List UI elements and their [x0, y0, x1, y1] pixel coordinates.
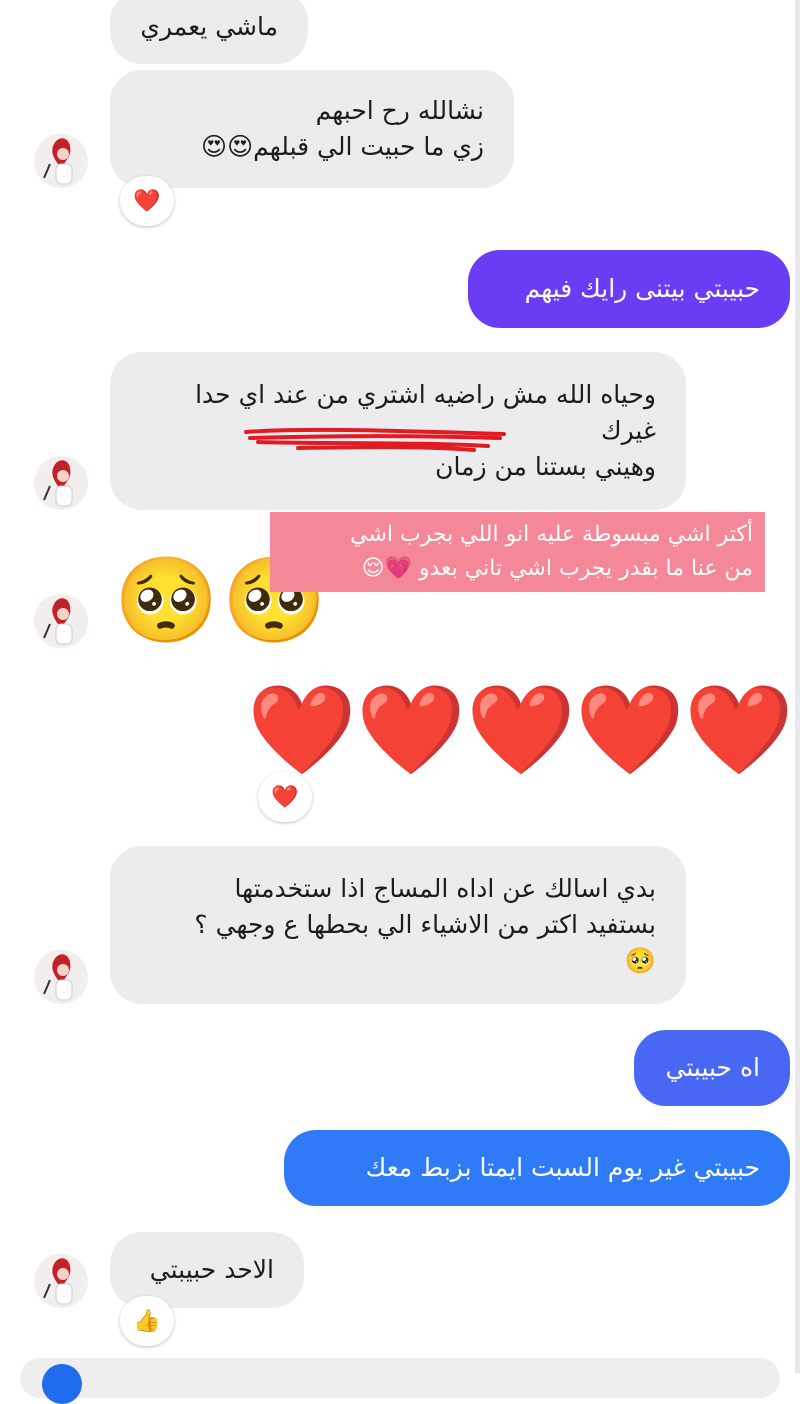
- avatar-icon: [43, 460, 73, 507]
- message-text: اه حبيبتي: [665, 1053, 760, 1082]
- avatar-icon: [43, 954, 73, 1001]
- message-bubble-incoming[interactable]: نشالله رح احبهم زي ما حبيت الي قبلهم😍😍: [110, 70, 514, 188]
- caption-line: من عنا ما بقدر يجرب اشي تاني بعدو 💗😌: [361, 556, 753, 581]
- caption-line: أكتر اشي مبسوطة عليه انو اللي بجرب اشي: [350, 522, 753, 547]
- avatar-icon: [43, 1258, 73, 1305]
- message-text-line: نشالله رح احبهم: [315, 96, 484, 125]
- story-caption-overlay: أكتر اشي مبسوطة عليه انو اللي بجرب اشي م…: [270, 512, 765, 592]
- contact-avatar[interactable]: [34, 456, 88, 510]
- contact-avatar[interactable]: [34, 594, 88, 648]
- message-text-line: زي ما حبيت الي قبلهم😍😍: [201, 132, 484, 161]
- message-text: ماشي يعمري: [140, 12, 278, 41]
- heart-emoji[interactable]: ❤️: [684, 680, 794, 780]
- red-scribble: [244, 427, 506, 452]
- contact-avatar[interactable]: [34, 950, 88, 1004]
- message-bubble-outgoing[interactable]: حبيبتي غير يوم السبت ايمتا بزبط معك: [284, 1130, 790, 1206]
- message-text: حبيبتي غير يوم السبت ايمتا بزبط معك: [365, 1153, 760, 1182]
- message-text: الاحد حبيبتي: [149, 1255, 274, 1284]
- heart-emoji[interactable]: ❤️: [575, 680, 685, 780]
- avatar-icon: [43, 138, 73, 185]
- message-text-line: 🥺: [624, 946, 656, 975]
- scroll-edge: [795, 0, 800, 1373]
- message-bubble-outgoing[interactable]: حبيبتي بيتنى رايك فيهم: [468, 250, 790, 328]
- message-bubble-outgoing[interactable]: اه حبيبتي: [634, 1030, 790, 1106]
- composer-action-icon[interactable]: [42, 1364, 82, 1404]
- contact-avatar[interactable]: [34, 1254, 88, 1308]
- pleading-face-emoji[interactable]: 🥺: [114, 550, 219, 650]
- message-bubble-incoming[interactable]: ماشي يعمري: [110, 0, 308, 64]
- contact-avatar[interactable]: [34, 134, 88, 188]
- message-text-line: وهيني بستنا من زمان: [435, 452, 656, 481]
- message-composer[interactable]: [20, 1358, 780, 1398]
- message-text: حبيبتي بيتنى رايك فيهم: [524, 274, 760, 303]
- thumbs-up-reaction[interactable]: 👍: [120, 1296, 174, 1346]
- message-bubble-incoming[interactable]: بدي اسالك عن اداه المساج اذا ستخدمتها بس…: [110, 846, 686, 1004]
- message-text-line: وحياه الله مش راضيه اشتري من عند اي حدا: [195, 380, 656, 409]
- heart-emoji[interactable]: ❤️: [466, 680, 576, 780]
- heart-reaction[interactable]: ❤️: [258, 772, 312, 822]
- message-text-line: بستفيد اكتر من الاشياء الي بحطها ع وجهي …: [194, 910, 656, 939]
- message-text-line: بدي اسالك عن اداه المساج اذا ستخدمتها: [234, 874, 656, 903]
- heart-emoji[interactable]: ❤️: [356, 680, 466, 780]
- avatar-icon: [43, 598, 73, 645]
- heart-emoji[interactable]: ❤️: [247, 680, 357, 780]
- heart-reaction[interactable]: ❤️: [120, 176, 174, 226]
